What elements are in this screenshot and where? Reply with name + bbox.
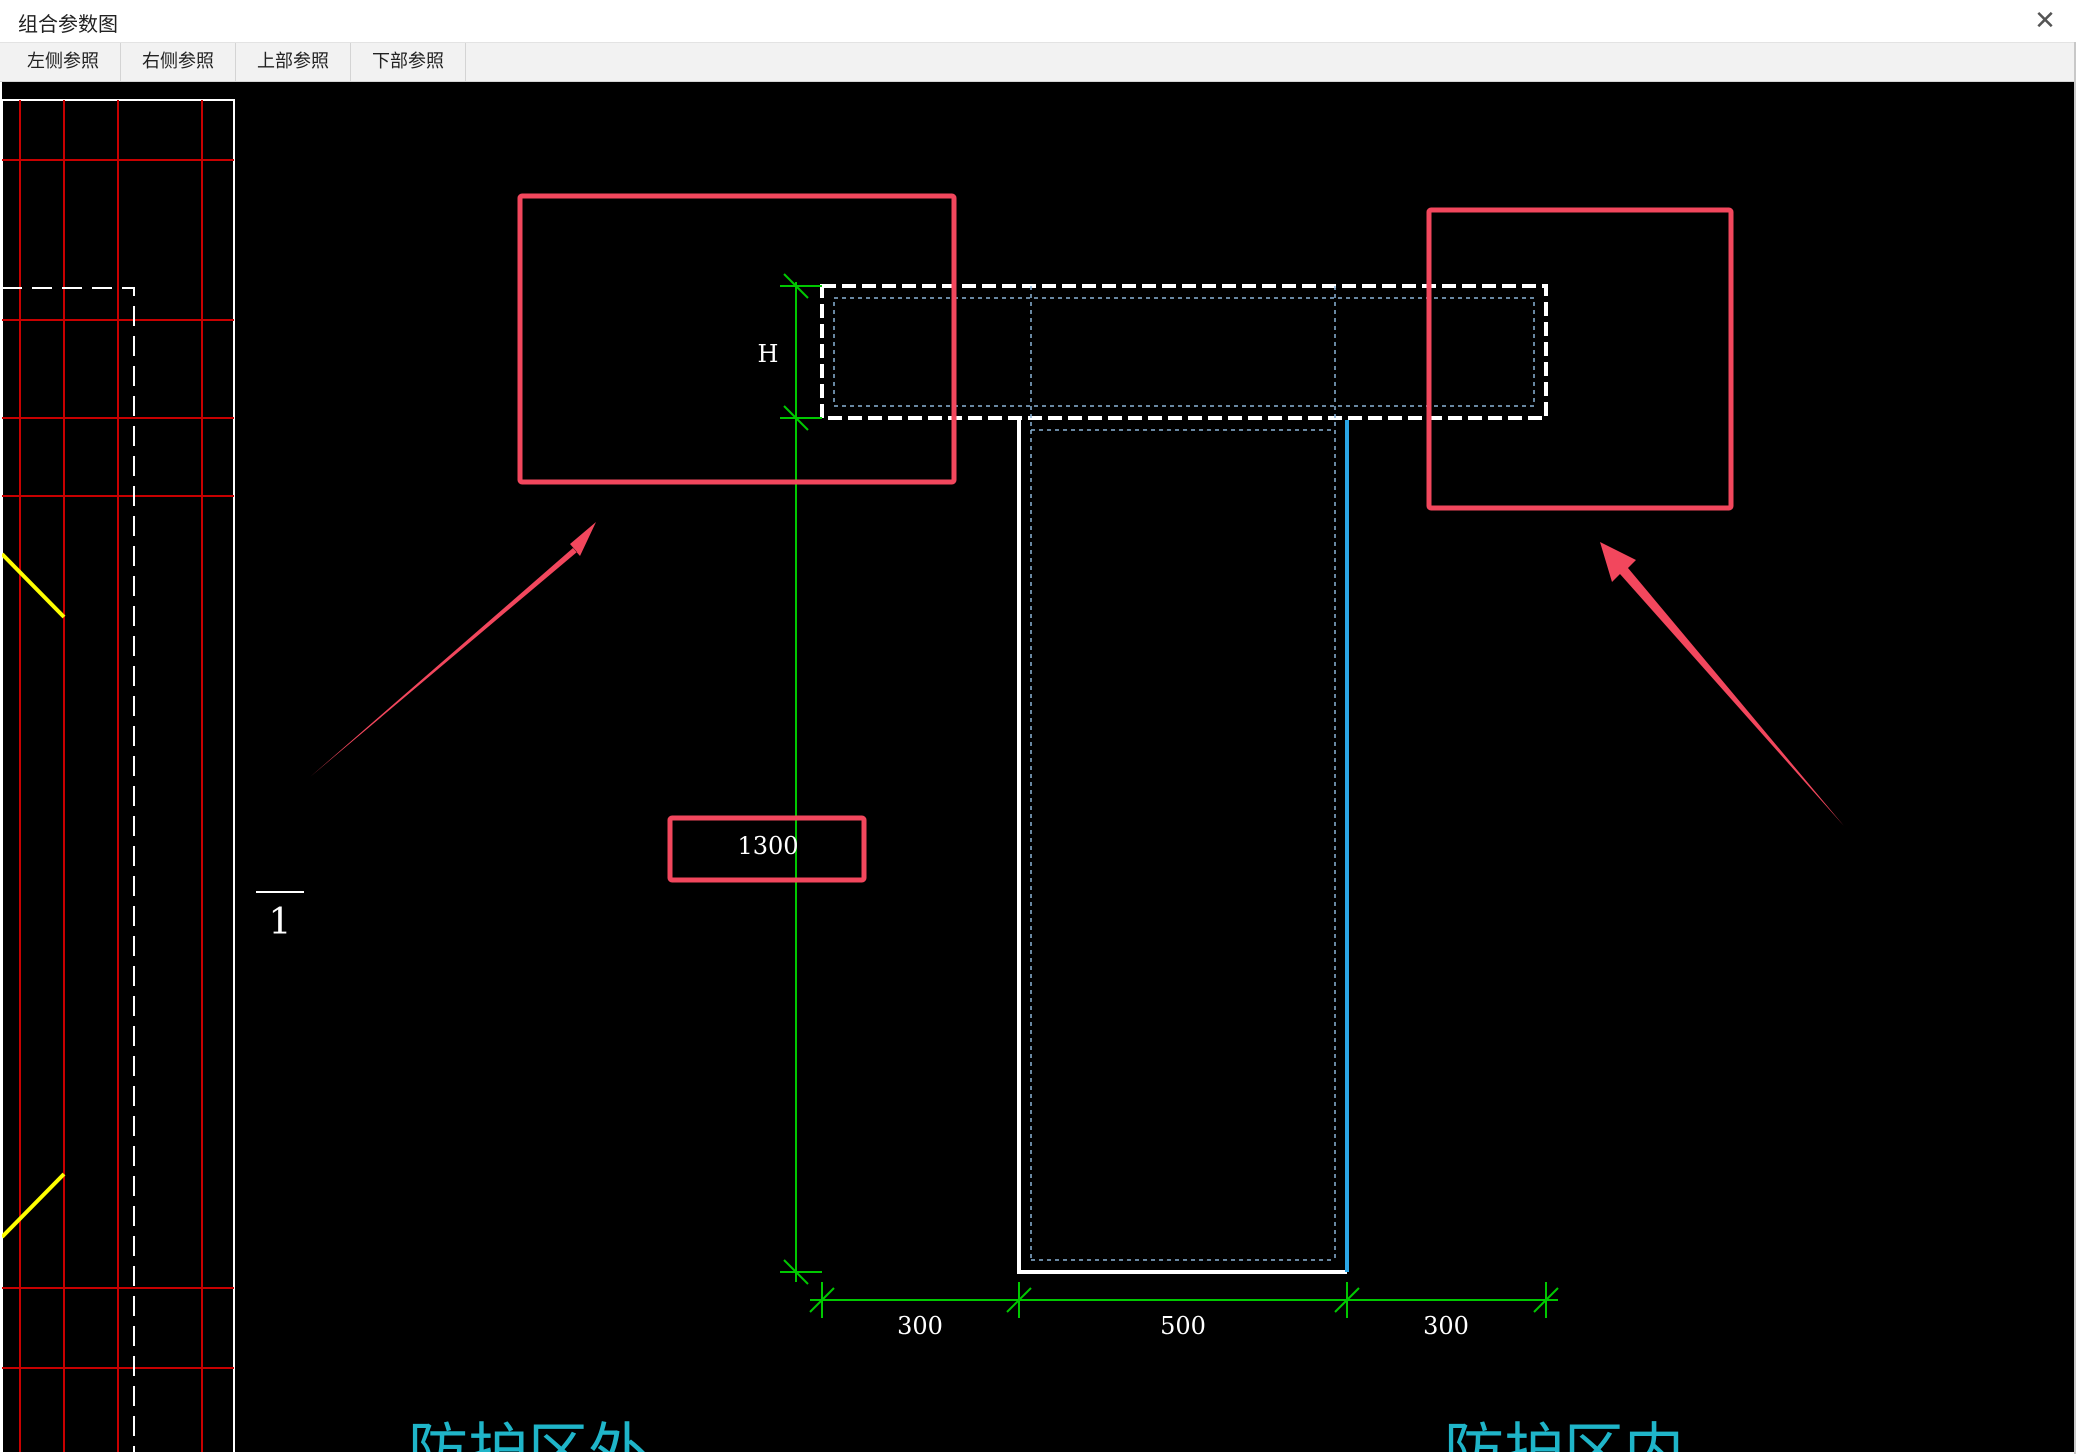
yellow-line-upper — [2, 552, 66, 619]
left-reference-panel — [2, 99, 235, 1452]
web-outline — [1017, 420, 1347, 1274]
dim-web: 500 — [1160, 1312, 1206, 1340]
dashed-outline — [2, 287, 135, 1452]
toolbar: 左侧参照 右侧参照 上部参照 下部参照 — [0, 43, 2076, 82]
height-value: 1300 — [737, 832, 798, 860]
highlight-box-left — [517, 193, 957, 485]
arrow-left — [310, 522, 596, 777]
top-reference-button[interactable]: 上部参照 — [236, 43, 351, 81]
t-section — [820, 284, 1548, 1274]
title-bar: 组合参数图 ✕ — [0, 0, 2076, 43]
zone-inside-label: 防护区内 — [1444, 1417, 1684, 1452]
dim-right-flange: 300 — [1423, 1312, 1469, 1340]
bottom-reference-button[interactable]: 下部参照 — [351, 43, 466, 81]
height-symbol: H — [758, 340, 779, 368]
flange-outline — [820, 284, 1548, 420]
yellow-line-lower — [2, 1172, 66, 1239]
cad-drawing: 1 H 1300 300 500 300 防护区外 防护区内 — [2, 99, 1844, 1452]
rebar-grid — [2, 100, 234, 1452]
window-title: 组合参数图 — [18, 12, 118, 36]
arrow-annotations — [310, 522, 1844, 826]
close-icon[interactable]: ✕ — [2028, 4, 2062, 38]
section-mark: 1 — [269, 902, 292, 943]
left-reference-button[interactable]: 左侧参照 — [6, 43, 121, 81]
dim-left-flange: 300 — [897, 1312, 943, 1340]
right-reference-button[interactable]: 右侧参照 — [121, 43, 236, 81]
drawing-canvas[interactable]: 1 H 1300 300 500 300 防护区外 防护区内 — [2, 82, 2074, 1452]
highlight-box-right — [1426, 207, 1734, 511]
vertical-dimension — [780, 273, 822, 1285]
zone-outside-label: 防护区外 — [408, 1417, 648, 1452]
arrow-right — [1600, 542, 1844, 826]
